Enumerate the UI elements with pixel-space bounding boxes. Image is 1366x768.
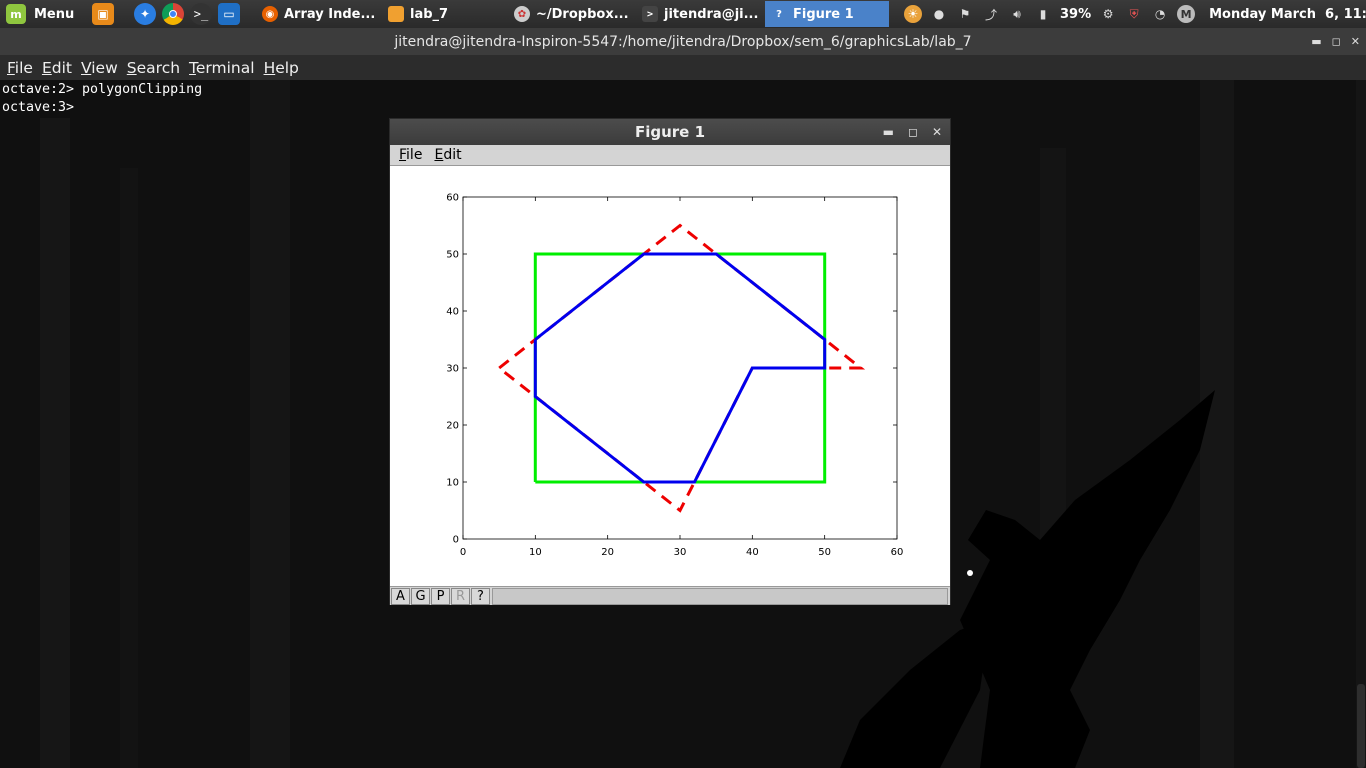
file-icon: ✿: [514, 6, 530, 22]
terminal-icon: >: [642, 6, 658, 22]
help-button[interactable]: ?: [471, 588, 490, 605]
weather-icon[interactable]: ☀: [904, 5, 922, 23]
settings-gear-icon[interactable]: ⚙: [1099, 5, 1117, 23]
task-lab7[interactable]: lab_7: [382, 1, 506, 27]
terminal-line: octave:3>: [2, 100, 83, 115]
terminal-icon: >_: [190, 3, 212, 25]
wifi-icon[interactable]: ◔: [1151, 5, 1169, 23]
task-figure[interactable]: ? Figure 1: [765, 1, 889, 27]
mint-logo-icon: m: [6, 4, 26, 24]
y-tick-label: 60: [446, 193, 459, 204]
maximize-icon[interactable]: ◻: [1332, 35, 1341, 48]
background-tree: [250, 80, 290, 768]
task-label: Array Inde...: [284, 6, 376, 22]
x-tick-label: 30: [674, 547, 687, 558]
y-tick-label: 50: [446, 250, 459, 261]
figure-status-bar: [492, 588, 948, 605]
x-tick-label: 60: [891, 547, 904, 558]
desktop-icon: ▭: [218, 3, 240, 25]
terminal-launcher[interactable]: >_: [190, 0, 212, 28]
terminal-scrollbar[interactable]: [1356, 80, 1366, 768]
clock[interactable]: Monday March 6, 11:05: [1209, 7, 1366, 22]
menu-label: Menu: [34, 6, 75, 22]
background-tree: [120, 168, 138, 768]
task-firefox[interactable]: ◉ Array Inde...: [256, 1, 380, 27]
task-label: jitendra@ji...: [664, 6, 759, 22]
autoscale-button[interactable]: A: [391, 588, 410, 605]
close-icon[interactable]: ✕: [1351, 35, 1360, 48]
menu-button[interactable]: m Menu: [6, 0, 74, 28]
figure-menu-file[interactable]: File: [399, 147, 422, 163]
x-tick-label: 50: [818, 547, 831, 558]
figure-title: Figure 1: [634, 123, 706, 141]
task-label: lab_7: [410, 6, 449, 22]
chrome-icon: [162, 3, 184, 25]
x-tick-label: 0: [460, 547, 466, 558]
flag-icon[interactable]: ⚑: [956, 5, 974, 23]
mail-icon[interactable]: M: [1177, 5, 1196, 23]
close-icon[interactable]: ✕: [932, 125, 942, 139]
plot-area[interactable]: 0 10 20 30 40 50 60 0 10 20 30 40 50 60: [390, 166, 950, 586]
chrome-launcher[interactable]: [162, 0, 184, 28]
battery-icon[interactable]: ▮: [1034, 5, 1052, 23]
share-icon[interactable]: ⤴: [982, 5, 1000, 23]
terminal-line: octave:2> polygonClipping: [2, 82, 203, 97]
task-label: ~/Dropbox...: [536, 6, 629, 22]
top-panel: m Menu ▣ ✦ >_ ▭ ◉ Array Inde... lab_7 ✿ …: [0, 0, 1366, 28]
y-tick-label: 20: [446, 421, 459, 432]
minimize-icon[interactable]: ▬: [1311, 35, 1321, 48]
volume-icon[interactable]: 🔊︎: [1008, 5, 1026, 23]
y-tick-label: 0: [453, 535, 459, 546]
menu-view[interactable]: View: [81, 59, 118, 77]
file-manager-launcher[interactable]: ▣: [92, 0, 114, 28]
desktop-launcher[interactable]: ▭: [218, 0, 240, 28]
menu-search[interactable]: Search: [127, 59, 180, 77]
system-tray: ☀ ● ⚑ ⤴ 🔊︎ ▮ 39% ⚙ ⛨ ◔ M Monday March 6,…: [904, 0, 1366, 28]
figure-window: Figure 1 ▬ ◻ ✕ File Edit 0 10 20 30 40 50 60 0 1…: [389, 118, 951, 605]
folder-icon: ▣: [92, 3, 114, 25]
browser-launcher[interactable]: ✦: [134, 0, 156, 28]
y-tick-label: 10: [446, 478, 459, 489]
figure-menu-edit[interactable]: Edit: [434, 147, 461, 163]
folder-icon: [388, 6, 404, 22]
series-line-2: [533, 252, 827, 484]
pan-button[interactable]: P: [431, 588, 450, 605]
menu-file[interactable]: File: [7, 59, 33, 77]
rotate-button[interactable]: R: [451, 588, 470, 605]
x-tick-label: 40: [746, 547, 759, 558]
y-tick-label: 30: [446, 364, 459, 375]
figure-menubar: File Edit: [390, 145, 950, 166]
menu-terminal[interactable]: Terminal: [189, 59, 255, 77]
minimize-icon[interactable]: ▬: [883, 125, 894, 139]
user-icon[interactable]: ●: [930, 5, 948, 23]
firefox-icon: ◉: [262, 6, 278, 22]
terminal-title: jitendra@jitendra-Inspiron-5547:/home/ji…: [394, 33, 972, 50]
figure-titlebar[interactable]: Figure 1 ▬ ◻ ✕: [390, 119, 950, 145]
background-tree: [40, 118, 70, 768]
question-icon: ?: [771, 6, 787, 22]
compass-icon: ✦: [134, 3, 156, 25]
terminal-menubar: File Edit View Search Terminal Help: [0, 55, 1366, 80]
task-terminal[interactable]: > jitendra@ji...: [636, 1, 760, 27]
menu-edit[interactable]: Edit: [42, 59, 72, 77]
task-label: Figure 1: [793, 6, 854, 22]
chart: 0 10 20 30 40 50 60 0 10 20 30 40 50 60: [446, 193, 904, 559]
figure-toolbar: A G P R ?: [390, 586, 950, 605]
battery-percent: 39%: [1060, 6, 1092, 22]
menu-help[interactable]: Help: [264, 59, 299, 77]
maximize-icon[interactable]: ◻: [908, 125, 918, 139]
y-tick-label: 40: [446, 307, 459, 318]
task-dropbox[interactable]: ✿ ~/Dropbox...: [508, 1, 632, 27]
terminal-titlebar[interactable]: jitendra@jitendra-Inspiron-5547:/home/ji…: [0, 28, 1366, 55]
x-tick-label: 10: [529, 547, 542, 558]
shield-icon[interactable]: ⛨: [1125, 5, 1143, 23]
scrollbar-thumb[interactable]: [1357, 684, 1365, 768]
grid-toggle-button[interactable]: G: [411, 588, 430, 605]
x-tick-label: 20: [601, 547, 614, 558]
